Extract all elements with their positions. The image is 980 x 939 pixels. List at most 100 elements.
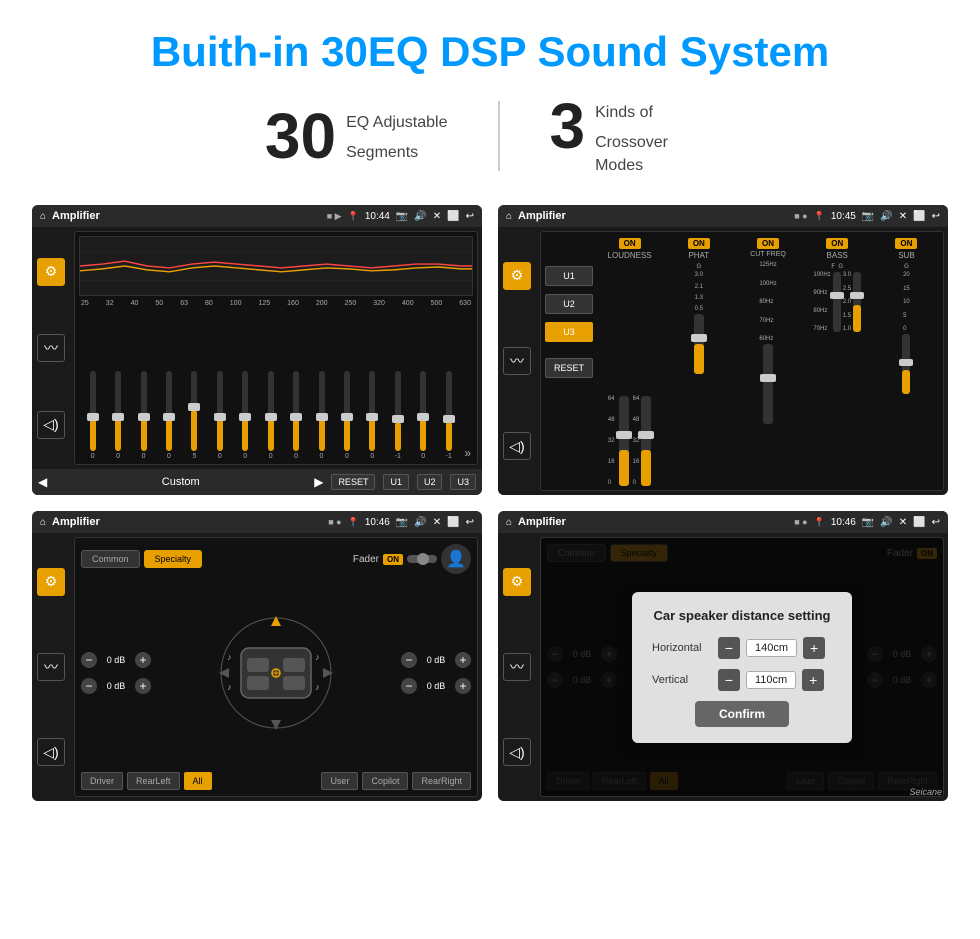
eq-slider-14: 0 <box>411 371 434 460</box>
eq-slider-8: 0 <box>259 371 282 460</box>
eq-next-btn[interactable]: ▶ <box>314 475 323 489</box>
screen-crossover: ⌂ Amplifier ■ ● 📍 10:45 📷 🔊 ✕ ⬜ ↩ ⚙ 〰 ◁) <box>498 205 948 495</box>
eq-freq-labels: 2532405063 80100125160200 25032040050063… <box>79 300 473 307</box>
distance-sidebar: ⚙ 〰 ◁) <box>498 533 536 801</box>
confirm-button[interactable]: Confirm <box>695 701 789 727</box>
distance-main: ⚙ 〰 ◁) Common Specialty Fader ON <box>498 533 948 801</box>
horizontal-minus[interactable]: − <box>718 637 740 659</box>
screen3-title: Amplifier <box>52 516 322 528</box>
sub-on[interactable]: ON <box>895 238 917 249</box>
rearright-btn[interactable]: RearRight <box>412 772 471 790</box>
more-sliders-icon[interactable]: » <box>464 446 471 460</box>
back-icon-2[interactable]: ↩ <box>932 211 940 222</box>
crossover-sidebar-icon-1[interactable]: ⚙ <box>503 262 531 290</box>
specialty-screen-content: ⚙ 〰 ◁) Common Specialty Fader ON <box>32 533 482 801</box>
home-icon[interactable]: ⌂ <box>40 211 46 222</box>
camera-icon-2: 📷 <box>862 211 874 222</box>
horizontal-plus[interactable]: + <box>803 637 825 659</box>
left-front-minus[interactable]: − <box>81 652 97 668</box>
home-icon-3[interactable]: ⌂ <box>40 517 46 528</box>
close-icon-2[interactable]: ✕ <box>899 211 907 222</box>
eq-slider-12: 0 <box>361 371 384 460</box>
bass-on[interactable]: ON <box>826 238 848 249</box>
screen3-time: 10:46 <box>365 517 390 528</box>
home-icon-4[interactable]: ⌂ <box>506 517 512 528</box>
cutfreq-on[interactable]: ON <box>757 238 779 249</box>
status-bar-4: ⌂ Amplifier ■ ● 📍 10:46 📷 🔊 ✕ ⬜ ↩ <box>498 511 948 533</box>
camera-icon-4: 📷 <box>862 517 874 528</box>
specialty-sidebar: ⚙ 〰 ◁) <box>32 533 70 801</box>
right-front-plus[interactable]: + <box>455 652 471 668</box>
person-icon[interactable]: 👤 <box>441 544 471 574</box>
dialog-title: Car speaker distance setting <box>652 608 832 623</box>
specialty-tab[interactable]: Specialty <box>144 550 203 568</box>
right-front-minus[interactable]: − <box>401 652 417 668</box>
stat-eq-number: 30 <box>265 104 336 168</box>
eq-slider-2: 0 <box>106 371 129 460</box>
eq-prev-btn[interactable]: ◀ <box>38 475 47 489</box>
crossover-sidebar: ⚙ 〰 ◁) <box>498 227 536 495</box>
specialty-sidebar-icon-3[interactable]: ◁) <box>37 738 65 766</box>
eq-u1-btn[interactable]: U1 <box>383 474 409 490</box>
back-icon-4[interactable]: ↩ <box>932 517 940 528</box>
rearleft-btn[interactable]: RearLeft <box>127 772 180 790</box>
crossover-sidebar-icon-2[interactable]: 〰 <box>503 347 531 375</box>
svg-text:♪: ♪ <box>315 652 320 662</box>
screen-eq: ⌂ Amplifier ■ ▶ 📍 10:44 📷 🔊 ✕ ⬜ ↩ ⚙ 〰 ◁) <box>32 205 482 495</box>
fader-slider[interactable] <box>407 555 437 563</box>
fader-label: Fader <box>353 554 379 565</box>
left-rear-db: 0 dB <box>100 681 132 691</box>
right-rear-minus[interactable]: − <box>401 678 417 694</box>
vertical-minus[interactable]: − <box>718 669 740 691</box>
crossover-sidebar-icon-3[interactable]: ◁) <box>503 432 531 460</box>
eq-content: 2532405063 80100125160200 25032040050063… <box>74 231 478 465</box>
eq-u3-btn[interactable]: U3 <box>450 474 476 490</box>
left-rear-minus[interactable]: − <box>81 678 97 694</box>
fader-on-badge: ON <box>383 554 403 565</box>
distance-sidebar-icon-2[interactable]: 〰 <box>503 653 531 681</box>
reset-btn-crossover[interactable]: RESET <box>545 358 593 378</box>
eq-slider-11: 0 <box>335 371 358 460</box>
camera-icon: 📷 <box>396 211 408 222</box>
pin-icon-2: 📍 <box>814 211 825 222</box>
eq-slider-4: 0 <box>157 371 180 460</box>
vertical-plus[interactable]: + <box>802 669 824 691</box>
crossover-channels-content: U1 U2 U3 RESET ON LOUDNESS <box>540 231 944 491</box>
svg-text:♪: ♪ <box>227 682 232 692</box>
close-icon-4[interactable]: ✕ <box>899 517 907 528</box>
right-front-db: 0 dB <box>420 655 452 665</box>
home-icon-2[interactable]: ⌂ <box>506 211 512 222</box>
eq-sidebar-icon-3[interactable]: ◁) <box>37 411 65 439</box>
eq-u2-btn[interactable]: U2 <box>417 474 443 490</box>
phat-on[interactable]: ON <box>688 238 710 249</box>
eq-screen-content: ⚙ 〰 ◁) <box>32 227 482 495</box>
eq-slider-6: 0 <box>208 371 231 460</box>
right-rear-plus[interactable]: + <box>455 678 471 694</box>
back-icon-3[interactable]: ↩ <box>466 517 474 528</box>
eq-sidebar-icon-2[interactable]: 〰 <box>37 334 65 362</box>
eq-reset-btn[interactable]: RESET <box>331 474 375 490</box>
copilot-btn[interactable]: Copilot <box>362 772 408 790</box>
svg-text:♪: ♪ <box>227 652 232 662</box>
user-btn[interactable]: User <box>321 772 358 790</box>
all-btn[interactable]: All <box>184 772 212 790</box>
left-front-plus[interactable]: + <box>135 652 151 668</box>
eq-sidebar-icon-1[interactable]: ⚙ <box>37 258 65 286</box>
close-icon[interactable]: ✕ <box>433 211 441 222</box>
close-icon-3[interactable]: ✕ <box>433 517 441 528</box>
u2-btn[interactable]: U2 <box>545 294 593 314</box>
u1-btn[interactable]: U1 <box>545 266 593 286</box>
distance-sidebar-icon-1[interactable]: ⚙ <box>503 568 531 596</box>
specialty-sidebar-icon-2[interactable]: 〰 <box>37 653 65 681</box>
specialty-sidebar-icon-1[interactable]: ⚙ <box>37 568 65 596</box>
u3-btn[interactable]: U3 <box>545 322 593 342</box>
crossover-content: ⚙ 〰 ◁) U1 U2 U3 RESET <box>498 227 948 495</box>
sub-label: SUB <box>898 251 914 260</box>
common-tab[interactable]: Common <box>81 550 140 568</box>
left-rear-plus[interactable]: + <box>135 678 151 694</box>
eq-slider-7: 0 <box>234 371 257 460</box>
distance-sidebar-icon-3[interactable]: ◁) <box>503 738 531 766</box>
loudness-on[interactable]: ON <box>619 238 641 249</box>
back-icon[interactable]: ↩ <box>466 211 474 222</box>
driver-btn[interactable]: Driver <box>81 772 123 790</box>
